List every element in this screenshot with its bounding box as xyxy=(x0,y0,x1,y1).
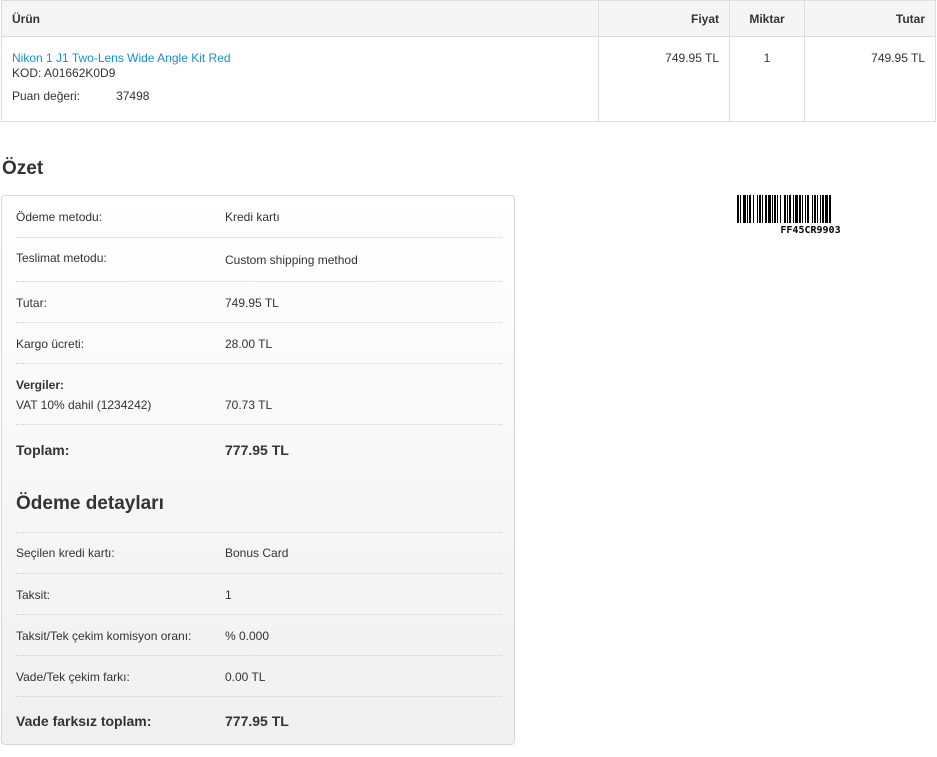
final-total-value: 777.95 TL xyxy=(225,713,289,729)
barcode-bar xyxy=(799,195,801,223)
card-label: Seçilen kredi kartı: xyxy=(16,546,115,560)
header-price: Fiyat xyxy=(598,0,730,37)
header-total: Tutar xyxy=(804,0,936,37)
commission-value: % 0.000 xyxy=(225,629,270,643)
barcode-bar xyxy=(820,195,821,223)
product-cell: Nikon 1 J1 Two-Lens Wide Angle Kit Red K… xyxy=(1,36,599,122)
barcode-bar xyxy=(774,195,776,223)
shipping-cost-value: 28.00 TL xyxy=(225,337,273,351)
payment-details-title: Ödeme detayları xyxy=(16,493,164,514)
barcode-bar xyxy=(802,195,803,223)
difference-value: 0.00 TL xyxy=(225,670,266,684)
shipping-method-label: Teslimat metodu: xyxy=(16,251,107,265)
summary-row-payment-method: Ödeme metodu: Kredi kartı xyxy=(16,210,502,238)
payment-row-installment: Taksit: 1 xyxy=(16,588,502,615)
difference-label: Vade/Tek çekim farkı: xyxy=(16,670,130,684)
summary-row-total: Toplam: 777.95 TL xyxy=(16,442,502,466)
final-total-label: Vade farksız toplam: xyxy=(16,713,152,729)
products-table: Ürün Fiyat Miktar Tutar Nikon 1 J1 Two-L… xyxy=(1,0,936,122)
barcode-bar xyxy=(777,195,778,223)
table-row: Nikon 1 J1 Two-Lens Wide Angle Kit Red K… xyxy=(1,36,936,122)
barcode-bar xyxy=(759,195,761,223)
barcode-bar xyxy=(787,195,788,223)
vat-label: VAT 10% dahil (1234242) xyxy=(16,398,152,412)
summary-title: Özet xyxy=(2,158,44,179)
payment-method-label: Ödeme metodu: xyxy=(16,210,103,224)
barcode-bar xyxy=(814,195,816,223)
summary-row-shipping-cost: Kargo ücreti: 28.00 TL xyxy=(16,337,502,364)
payment-method-value: Kredi kartı xyxy=(225,210,280,224)
shipping-method-value: Custom shipping method xyxy=(225,253,358,267)
product-points: Puan değeri: 37498 xyxy=(12,89,588,104)
barcode-bar xyxy=(805,195,806,223)
barcode-bar xyxy=(768,195,771,223)
barcode-bar xyxy=(747,195,748,223)
payment-row-final-total: Vade farksız toplam: 777.95 TL xyxy=(16,713,502,737)
shipping-cost-label: Kargo ücreti: xyxy=(16,337,85,351)
payment-row-difference: Vade/Tek çekim farkı: 0.00 TL xyxy=(16,670,502,697)
product-code: KOD: A01662K0D9 xyxy=(12,66,116,80)
header-product: Ürün xyxy=(1,0,599,37)
barcode-bar xyxy=(765,195,767,223)
product-price: 749.95 TL xyxy=(598,36,730,122)
barcode-text: FF45CR9903 xyxy=(780,225,841,236)
barcode-bar xyxy=(817,195,818,223)
summary-row-shipping-method: Teslimat metodu: Custom shipping method xyxy=(16,251,502,282)
summary-row-subtotal: Tutar: 749.95 TL xyxy=(16,296,502,323)
summary-row-taxes: Vergiler: VAT 10% dahil (1234242) 70.73 … xyxy=(16,378,502,425)
barcode-bar xyxy=(825,195,828,223)
barcode-bar xyxy=(789,195,791,223)
vat-value: 70.73 TL xyxy=(225,398,273,412)
barcode-bar xyxy=(743,195,746,223)
commission-label: Taksit/Tek çekim komisyon oranı: xyxy=(16,629,192,643)
total-value: 777.95 TL xyxy=(225,442,289,458)
taxes-label: Vergiler: xyxy=(16,378,65,392)
table-header-row: Ürün Fiyat Miktar Tutar xyxy=(1,0,936,37)
barcode-bar xyxy=(762,195,763,223)
subtotal-label: Tutar: xyxy=(16,296,47,310)
barcode-bar xyxy=(740,195,741,223)
points-value: 37498 xyxy=(116,89,150,103)
product-quantity: 1 xyxy=(729,36,805,122)
total-label: Toplam: xyxy=(16,442,70,458)
barcode-bar xyxy=(829,195,831,223)
barcode-bar xyxy=(822,195,824,223)
points-label: Puan değeri: xyxy=(12,89,81,103)
barcode-bar xyxy=(780,195,781,223)
card-value: Bonus Card xyxy=(225,546,289,560)
payment-row-commission: Taksit/Tek çekim komisyon oranı: % 0.000 xyxy=(16,629,502,656)
subtotal-value: 749.95 TL xyxy=(225,296,279,310)
barcode-bar xyxy=(737,195,739,223)
barcode-bar xyxy=(807,195,809,223)
product-link[interactable]: Nikon 1 J1 Two-Lens Wide Angle Kit Red xyxy=(12,51,588,66)
barcode-bar xyxy=(753,195,754,223)
summary-box: Ödeme metodu: Kredi kartı Teslimat metod… xyxy=(1,195,515,745)
payment-row-card: Seçilen kredi kartı: Bonus Card xyxy=(16,546,502,574)
barcode-bar xyxy=(749,195,751,223)
barcode-bar xyxy=(757,195,758,223)
payment-details-divider xyxy=(16,532,502,533)
installment-value: 1 xyxy=(225,588,232,602)
barcode-bar xyxy=(784,195,786,223)
header-quantity: Miktar xyxy=(729,0,805,37)
barcode-bar xyxy=(772,195,773,223)
installment-label: Taksit: xyxy=(16,588,51,602)
barcode-bar xyxy=(795,195,798,223)
barcode-bar xyxy=(793,195,794,223)
barcode-bar xyxy=(812,195,813,223)
product-total: 749.95 TL xyxy=(804,36,936,122)
